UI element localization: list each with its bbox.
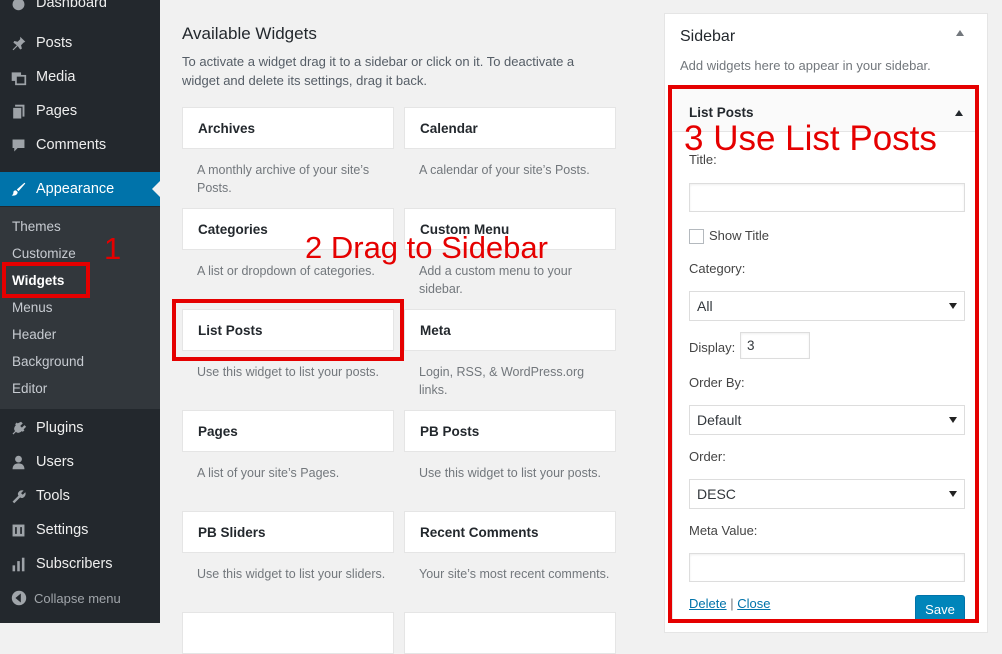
collapse-arrow-icon: [11, 590, 27, 606]
menu-label-posts: Posts: [36, 35, 73, 51]
admin-menu: Dashboard Posts Media Pages Comments App…: [0, 0, 160, 623]
menu-label-comments: Comments: [36, 137, 107, 153]
widget-description: A calendar of your site’s Posts.: [419, 163, 590, 177]
menu-label-subscribers: Subscribers: [36, 556, 113, 572]
menu-item-subscribers[interactable]: Subscribers: [0, 547, 160, 581]
collapse-menu-button[interactable]: Collapse menu: [0, 587, 160, 609]
menu-label-appearance: Appearance: [36, 181, 115, 197]
menu-label-media: Media: [36, 69, 76, 85]
annotation-step-3: 3 Use List Posts: [684, 119, 937, 158]
annotation-step-1: 1: [104, 231, 122, 266]
widget-title: Categories: [198, 222, 268, 237]
wrench-icon: [8, 487, 28, 505]
settings-icon: [8, 521, 28, 539]
menu-label-users: Users: [36, 454, 74, 470]
widget-archives[interactable]: Archives: [182, 107, 394, 149]
current-menu-arrow: [152, 181, 160, 197]
widget-calendar[interactable]: Calendar: [404, 107, 616, 149]
widget-next-right[interactable]: [404, 612, 616, 654]
submenu-item-themes[interactable]: Themes: [12, 219, 61, 234]
menu-label-plugins: Plugins: [36, 420, 84, 436]
menu-item-plugins[interactable]: Plugins: [0, 411, 160, 445]
widget-description: Your site’s most recent comments.: [419, 567, 610, 581]
widget-description: A monthly archive of your site’s Posts.: [197, 163, 370, 195]
widget-title: Calendar: [420, 121, 478, 136]
menu-item-settings[interactable]: Settings: [0, 513, 160, 547]
annotation-box-list-posts: [172, 299, 404, 361]
widget-next-left[interactable]: [182, 612, 394, 654]
menu-item-dashboard[interactable]: Dashboard: [0, 0, 160, 20]
pushpin-icon: [8, 34, 28, 52]
menu-item-tools[interactable]: Tools: [0, 479, 160, 513]
widget-description: Add a custom menu to your sidebar.: [419, 264, 572, 296]
appearance-submenu: Themes Customize Widgets Menus Header Ba…: [0, 207, 160, 409]
widget-title: Pages: [198, 424, 238, 439]
widget-title: PB Sliders: [198, 525, 266, 540]
chart-bars-icon: [8, 555, 28, 573]
sidebar-description: Add widgets here to appear in your sideb…: [680, 58, 931, 73]
widget-recent-comments[interactable]: Recent Comments: [404, 511, 616, 553]
submenu-item-customize[interactable]: Customize: [12, 246, 76, 261]
available-widgets-description: To activate a widget drag it to a sideba…: [182, 54, 575, 88]
annotation-box-sidebar-widget: [668, 85, 979, 623]
menu-item-appearance[interactable]: Appearance: [0, 172, 160, 206]
submenu-item-editor[interactable]: Editor: [12, 381, 47, 396]
menu-label-tools: Tools: [36, 488, 70, 504]
pages-icon: [8, 102, 28, 120]
menu-label-dashboard: Dashboard: [36, 0, 107, 11]
annotation-step-2: 2 Drag to Sidebar: [305, 230, 548, 265]
widget-description: Use this widget to list your posts.: [197, 365, 380, 379]
submenu-item-header[interactable]: Header: [12, 327, 56, 342]
widget-description: A list of your site’s Pages.: [197, 466, 340, 480]
comments-icon: [8, 136, 28, 154]
plugin-icon: [8, 419, 28, 437]
widget-title: PB Posts: [420, 424, 480, 439]
menu-item-media[interactable]: Media: [0, 60, 160, 94]
menu-item-pages[interactable]: Pages: [0, 94, 160, 128]
submenu-item-background[interactable]: Background: [12, 354, 84, 369]
sidebar-title: Sidebar: [680, 28, 736, 45]
widget-description: Login, RSS, & WordPress.org links.: [419, 365, 585, 397]
widget-meta[interactable]: Meta: [404, 309, 616, 351]
collapse-menu-label: Collapse menu: [34, 590, 121, 606]
widget-description: Use this widget to list your posts.: [419, 466, 602, 480]
menu-item-users[interactable]: Users: [0, 445, 160, 479]
annotation-box-widgets: [2, 262, 90, 298]
paintbrush-icon: [8, 180, 28, 198]
widget-description: Use this widget to list your sliders.: [197, 567, 386, 581]
widget-title: Meta: [420, 323, 451, 338]
available-widgets-heading: Available Widgets: [182, 24, 317, 43]
submenu-item-menus[interactable]: Menus: [12, 300, 53, 315]
widget-title: Recent Comments: [420, 525, 539, 540]
media-icon: [8, 68, 28, 86]
menu-label-settings: Settings: [36, 522, 89, 538]
sidebar-toggle-arrow-icon[interactable]: [956, 30, 964, 36]
widget-pb-posts[interactable]: PB Posts: [404, 410, 616, 452]
widget-title: Archives: [198, 121, 256, 136]
dashboard-icon: [8, 0, 28, 12]
menu-item-posts[interactable]: Posts: [0, 26, 160, 60]
widget-pages[interactable]: Pages: [182, 410, 394, 452]
menu-item-comments[interactable]: Comments: [0, 128, 160, 162]
menu-label-pages: Pages: [36, 103, 78, 119]
widget-pb-sliders[interactable]: PB Sliders: [182, 511, 394, 553]
users-icon: [8, 453, 28, 471]
